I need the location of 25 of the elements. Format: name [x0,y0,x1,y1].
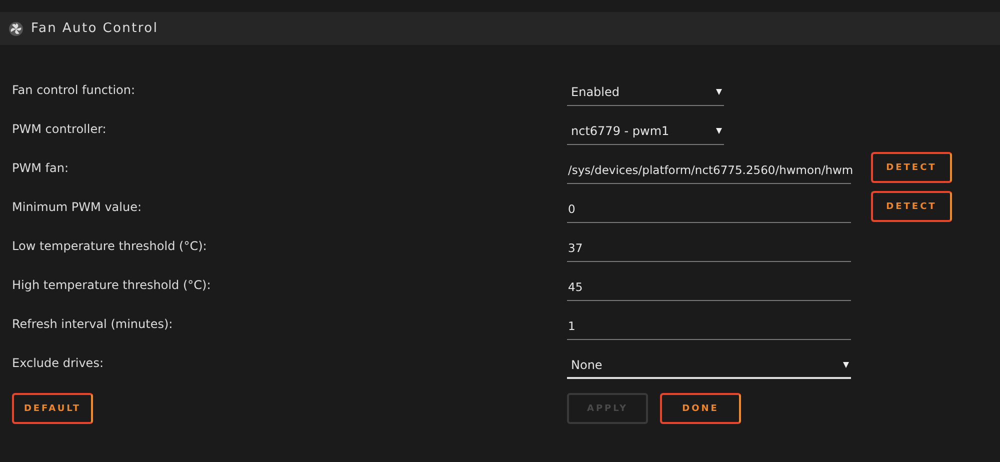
setting-label: Exclude drives: [11,356,104,370]
action-button[interactable]: DEFAULT [12,393,93,424]
dropdown-field[interactable]: None [567,352,851,379]
caret-icon [716,89,722,95]
input-field[interactable]: 1 [567,313,851,340]
caret-icon [843,362,849,368]
input-field[interactable]: 45 [567,274,851,301]
setting-label: PWM fan: [11,160,70,174]
caret-icon [716,128,722,134]
dropdown-field[interactable]: Enabled [567,79,724,106]
setting-label: Fan control function: [11,82,136,96]
input-field[interactable]: /sys/devices/platform/nct6775.2560/hwmon/hwm [567,157,851,184]
fan-icon [9,22,23,36]
setting-label: Low temperature threshold (°C): [11,238,208,252]
dropdown-field[interactable]: nct6779 - pwm1 [567,118,724,145]
panel-title: Fan Auto Control [31,21,158,36]
input-field[interactable]: 0 [567,196,851,223]
detect-button[interactable]: DETECT [871,152,952,183]
action-button[interactable]: DONE [660,393,741,424]
detect-button[interactable]: DETECT [871,191,952,222]
setting-label: Refresh interval (minutes): [11,316,174,330]
setting-label: High temperature threshold (°C): [11,278,212,292]
input-field[interactable]: 37 [567,235,851,262]
setting-label: PWM controller: [11,122,108,136]
setting-label: Minimum PWM value: [11,200,143,214]
